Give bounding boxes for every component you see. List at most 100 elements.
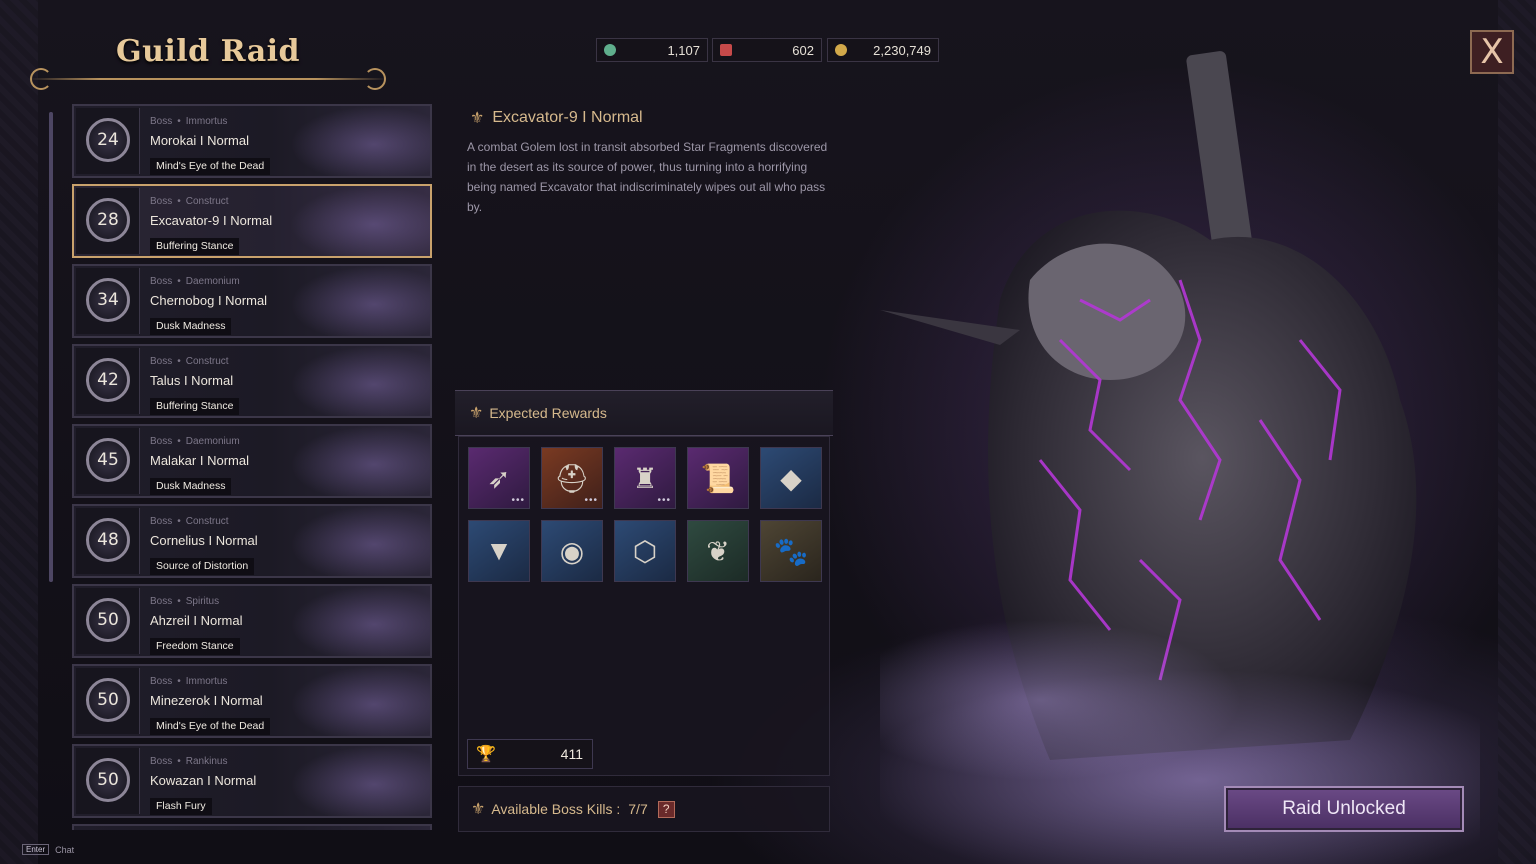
rewards-title: Expected Rewards xyxy=(489,405,607,421)
fleur-de-lis-icon: ⚜ xyxy=(470,110,485,127)
right-decoration xyxy=(1498,0,1536,864)
boss-category: Boss • Daemonium xyxy=(150,276,240,287)
level-badge-frame: 50 xyxy=(76,668,140,734)
boss-type: Boss xyxy=(150,356,173,367)
green-gem-icon xyxy=(604,44,616,56)
boss-race: Daemonium xyxy=(185,276,240,287)
boss-type: Boss xyxy=(150,676,173,687)
armor-icon: ♜ xyxy=(632,462,658,494)
level-badge-frame: 24 xyxy=(76,108,140,174)
boss-race: Construct xyxy=(185,356,229,367)
boss-detail-header: ⚜ Excavator-9 I Normal xyxy=(470,108,643,128)
boss-stance-tag: Mind's Eye of the Dead xyxy=(150,718,271,735)
boss-stance-tag: Mind's Eye of the Dead xyxy=(150,158,271,175)
boss-stance-tag: Dusk Madness xyxy=(150,478,232,495)
boss-list-item[interactable]: 50 Boss • Spiritus Ahzreil I Normal Freedo… xyxy=(72,584,432,658)
level-badge-frame: 45 xyxy=(76,428,140,494)
reward-slot[interactable]: ⬡ xyxy=(614,520,676,582)
separator-dot: • xyxy=(177,356,181,367)
boss-kills-label: Available Boss Kills : xyxy=(491,801,621,817)
boss-list-item[interactable]: 28 Boss • Construct Excavator-9 I Normal B… xyxy=(72,184,432,258)
boss-name: Morokai I Normal xyxy=(150,133,249,148)
reward-slot[interactable]: ◆ xyxy=(760,447,822,509)
boss-list-item[interactable]: 42 Boss • Construct Talus I Normal Bufferi… xyxy=(72,344,432,418)
trophy-icon: 🏆 xyxy=(476,746,496,763)
boss-category: Boss • Rankinus xyxy=(150,756,227,767)
boss-list: 24 Boss • Immortus Morokai I Normal Mind's… xyxy=(72,104,432,830)
currency-red-gem: 602 xyxy=(712,38,822,62)
boss-portrait xyxy=(290,666,430,736)
boss-race: Construct xyxy=(185,516,229,527)
separator-dot: • xyxy=(177,116,181,127)
contribution-points: 🏆 411 xyxy=(467,739,593,769)
reward-slot[interactable]: ▼ xyxy=(468,520,530,582)
boss-list-item-partial[interactable] xyxy=(72,824,432,830)
reward-slot[interactable]: ➶ ••• xyxy=(468,447,530,509)
boss-name: Excavator-9 I Normal xyxy=(150,213,273,228)
boss-stance-tag: Dusk Madness xyxy=(150,318,232,335)
boss-stance-tag: Buffering Stance xyxy=(150,238,240,255)
red-gem-icon xyxy=(720,44,732,56)
boss-portrait xyxy=(290,426,430,496)
level-badge: 34 xyxy=(86,278,130,322)
right-curl-ornament xyxy=(364,68,386,90)
boss-detail-title: Excavator-9 I Normal xyxy=(492,109,643,126)
reward-slot[interactable]: ❦ xyxy=(687,520,749,582)
green-gem-amount: 1,107 xyxy=(667,42,700,58)
boss-portrait xyxy=(290,266,430,336)
boss-category: Boss • Spiritus xyxy=(150,596,219,607)
separator-dot: • xyxy=(177,676,181,687)
level-badge-frame: 28 xyxy=(76,188,140,254)
separator-dot: • xyxy=(177,596,181,607)
boss-stance-tag: Freedom Stance xyxy=(150,638,240,655)
separator-dot: • xyxy=(177,516,181,527)
close-icon: X xyxy=(1480,32,1504,72)
separator-dot: • xyxy=(177,276,181,287)
boss-model-art xyxy=(880,51,1480,864)
reward-slot[interactable]: ◉ xyxy=(541,520,603,582)
level-badge: 42 xyxy=(86,358,130,402)
boss-list-item[interactable]: 50 Boss • Immortus Minezerok I Normal Mind… xyxy=(72,664,432,738)
crossbow-icon: ➶ xyxy=(487,462,511,494)
reward-slot[interactable]: 📜 xyxy=(687,447,749,509)
left-curl-ornament xyxy=(30,68,52,90)
boss-stance-tag: Flash Fury xyxy=(150,798,212,815)
red-gem-amount: 602 xyxy=(792,42,814,58)
boss-category: Boss • Construct xyxy=(150,356,229,367)
chat-hint[interactable]: Enter Chat xyxy=(22,844,74,855)
separator-dot: • xyxy=(177,756,181,767)
boss-category: Boss • Construct xyxy=(150,196,229,207)
scroll-icon: 📜 xyxy=(700,462,736,494)
scrollbar-thumb[interactable] xyxy=(49,112,53,582)
boss-race: Construct xyxy=(185,196,229,207)
help-icon[interactable]: ? xyxy=(657,800,675,818)
currency-green-gem: 1,107 xyxy=(596,38,708,62)
boss-type: Boss xyxy=(150,276,173,287)
level-badge: 50 xyxy=(86,678,130,722)
more-options-icon: ••• xyxy=(657,495,671,506)
boss-list-item[interactable]: 48 Boss • Construct Cornelius I Normal Sou… xyxy=(72,504,432,578)
boss-list-item[interactable]: 34 Boss • Daemonium Chernobog I Normal Dus… xyxy=(72,264,432,338)
boss-list-item[interactable]: 24 Boss • Immortus Morokai I Normal Mind's… xyxy=(72,104,432,178)
boss-type: Boss xyxy=(150,116,173,127)
title-banner: Guild Raid xyxy=(28,20,388,90)
boss-list-item[interactable]: 45 Boss • Daemonium Malakar I Normal Dusk … xyxy=(72,424,432,498)
boss-kills-value: 7/7 xyxy=(628,801,648,817)
level-badge: 48 xyxy=(86,518,130,562)
reward-slot[interactable]: ⛑ ••• xyxy=(541,447,603,509)
boss-list-scrollbar[interactable] xyxy=(49,112,53,582)
boss-race: Immortus xyxy=(185,116,228,127)
boss-list-item[interactable]: 50 Boss • Rankinus Kowazan I Normal Flash … xyxy=(72,744,432,818)
boss-category: Boss • Daemonium xyxy=(150,436,240,447)
boss-name: Chernobog I Normal xyxy=(150,293,268,308)
boss-type: Boss xyxy=(150,436,173,447)
enter-key-hint: Enter xyxy=(22,844,50,855)
boss-portrait xyxy=(290,346,430,416)
boss-race: Immortus xyxy=(185,676,228,687)
reward-slot[interactable]: ♜ ••• xyxy=(614,447,676,509)
raid-unlocked-button[interactable]: Raid Unlocked xyxy=(1224,786,1464,832)
level-badge-frame: 50 xyxy=(76,748,140,814)
reward-slot[interactable]: 🐾 xyxy=(760,520,822,582)
boss-race: Spiritus xyxy=(185,596,220,607)
level-badge-frame: 42 xyxy=(76,348,140,414)
